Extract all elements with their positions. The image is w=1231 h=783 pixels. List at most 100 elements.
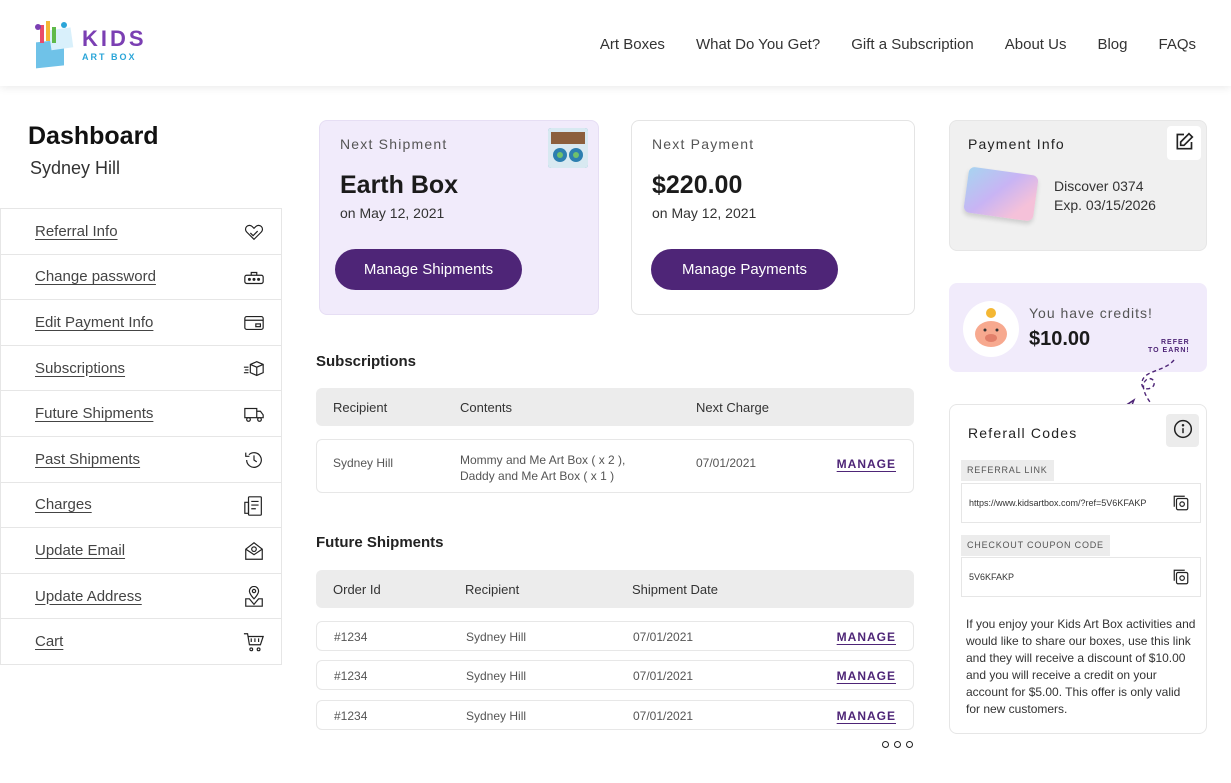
next-payment-label: Next Payment [652,136,755,152]
row-recipient: Sydney Hill [466,630,527,644]
sidebar-item-label: Referral Info [35,222,118,240]
referral-codes-title: Referall Codes [968,425,1078,441]
next-payment-date: on May 12, 2021 [652,205,757,221]
manage-shipment-link[interactable]: MANAGE [837,630,896,644]
map-pin-icon [245,585,263,607]
row-recipient: Sydney Hill [466,709,527,723]
sidebar-item-update-email[interactable]: Update Email [0,528,282,574]
row-shipment-date: 07/01/2021 [633,630,694,644]
manage-shipments-button[interactable]: Manage Shipments [335,249,522,290]
future-shipments-table-header: Order Id Recipient Shipment Date [316,570,914,608]
row-contents-line-1: Mommy and Me Art Box ( x 2 ), [460,453,626,467]
row-order-id: #1234 [334,709,368,723]
table-row: Sydney Hill Mommy and Me Art Box ( x 2 )… [316,439,914,493]
referral-description: If you enjoy your Kids Art Box activitie… [966,617,1196,716]
sidebar-item-edit-payment-info[interactable]: Edit Payment Info [0,300,282,346]
col-recipient: Recipient [465,582,520,597]
row-recipient: Sydney Hill [333,456,394,470]
sidebar-item-referral-info[interactable]: Referral Info [0,209,282,255]
table-row: #1234 Sydney Hill 07/01/2021 MANAGE [316,700,914,730]
referral-link-label: REFERRAL LINK [961,460,1054,481]
row-order-id: #1234 [334,630,368,644]
earth-box-image-icon [548,128,588,168]
refer-label: REFER [1160,339,1190,346]
payment-info-card: Payment Info Discover 0374 Exp. 03/15/20… [949,120,1207,251]
nav-about-us[interactable]: About Us [1005,36,1067,53]
referral-link-value: https://www.kidsartbox.com/?ref=5V6KFAKP [969,498,1147,508]
manage-subscription-link[interactable]: MANAGE [837,457,896,471]
row-recipient: Sydney Hill [466,669,527,683]
referral-link-field[interactable]: https://www.kidsartbox.com/?ref=5V6KFAKP [961,483,1201,523]
table-row: #1234 Sydney Hill 07/01/2021 MANAGE [316,621,914,651]
sidebar-item-label: Change password [35,268,156,286]
handshake-heart-icon [244,224,264,241]
row-order-id: #1234 [334,669,368,683]
sidebar-item-future-shipments[interactable]: Future Shipments [0,391,282,437]
logo-wordmark-top: KIDS [82,26,147,51]
coupon-code-field[interactable]: 5V6KFAKP [961,557,1201,597]
sidebar-item-label: Subscriptions [35,359,126,377]
row-next-charge: 07/01/2021 [696,456,757,470]
sidebar-item-label: Update Email [35,541,126,559]
password-icon [244,271,264,284]
logo-wordmark-bottom: ART BOX [82,52,137,62]
email-envelope-icon [245,542,263,561]
history-clock-icon [245,452,262,468]
col-order-id: Order Id [333,582,381,597]
row-shipment-date: 07/01/2021 [633,669,694,683]
sidebar-item-subscriptions[interactable]: Subscriptions [0,345,282,392]
next-shipment-label: Next Shipment [340,136,448,152]
edit-payment-button[interactable] [1167,126,1201,160]
nav-art-boxes[interactable]: Art Boxes [600,36,665,53]
nav-faqs[interactable]: FAQs [1158,36,1196,53]
edit-icon [1176,131,1194,149]
next-payment-card: Next Payment $220.00 on May 12, 2021 Man… [631,120,915,315]
nav-what-do-you-get[interactable]: What Do You Get? [696,36,820,53]
sidebar-item-cart[interactable]: Cart [0,619,282,665]
more-options-icon[interactable] [882,741,913,748]
table-row: #1234 Sydney Hill 07/01/2021 MANAGE [316,660,914,690]
subscriptions-title: Subscriptions [316,353,417,370]
future-shipments-title: Future Shipments [316,534,444,551]
sidebar-item-label: Charges [35,496,92,514]
manage-payments-button[interactable]: Manage Payments [651,249,838,290]
sidebar-item-charges[interactable]: Charges [0,482,282,529]
manage-shipment-link[interactable]: MANAGE [837,709,896,723]
main-nav: Art Boxes What Do You Get? Gift a Subscr… [600,36,1196,53]
page-title: Dashboard [28,122,159,150]
referral-info-button[interactable] [1166,414,1199,447]
piggy-bank-icon [963,301,1019,357]
user-name: Sydney Hill [30,158,121,178]
coupon-code-value: 5V6KFAKP [969,572,1015,582]
sidebar-item-past-shipments[interactable]: Past Shipments [0,436,282,483]
delivery-truck-icon [244,408,264,423]
sidebar-item-update-address[interactable]: Update Address [0,573,282,620]
sidebar-item-label: Edit Payment Info [35,313,154,331]
kids-art-box-logo[interactable]: KIDS ART BOX [30,17,160,71]
col-shipment-date: Shipment Date [632,582,718,597]
next-shipment-date: on May 12, 2021 [340,205,445,221]
nav-gift-subscription[interactable]: Gift a Subscription [851,36,974,53]
sidebar-item-change-password[interactable]: Change password [0,254,282,301]
referral-codes-card: Referall Codes REFERRAL LINK https://www… [949,404,1207,734]
sidebar-item-label: Update Address [35,587,142,605]
credits-label: You have credits! [1029,305,1153,321]
copy-icon[interactable] [1172,494,1190,512]
nav-blog[interactable]: Blog [1097,36,1127,53]
cart-icon [243,633,264,652]
col-contents: Contents [460,400,513,415]
sidebar-item-label: Past Shipments [35,450,141,468]
info-icon [1173,419,1192,439]
subscriptions-table-header: Recipient Contents Next Charge [316,388,914,426]
manage-shipment-link[interactable]: MANAGE [837,669,896,683]
credits-amount: $10.00 [1029,328,1091,350]
site-header: KIDS ART BOX Art Boxes What Do You Get? … [0,0,1231,86]
coupon-code-label: CHECKOUT COUPON CODE [961,535,1110,556]
next-shipment-card: Next Shipment Earth Box on May 12, 2021 … [319,120,599,315]
sidebar-item-label: Cart [35,633,64,651]
next-shipment-box-name: Earth Box [340,171,459,199]
row-shipment-date: 07/01/2021 [633,709,694,723]
card-number: Discover 0374 [1054,178,1144,194]
copy-icon[interactable] [1172,568,1190,586]
sidebar-menu: Referral Info Change password Edit Payme… [0,208,282,665]
